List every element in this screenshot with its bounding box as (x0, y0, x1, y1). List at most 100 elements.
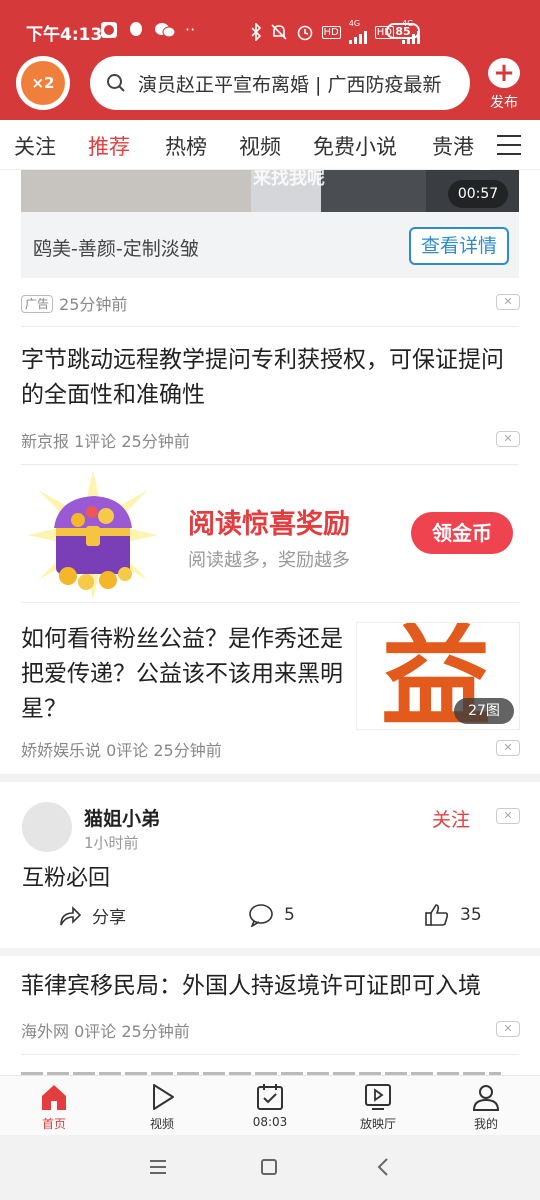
tab-free-novels[interactable]: 免费小说 (313, 131, 397, 161)
publish-button[interactable]: + 发布 (484, 58, 524, 112)
article-title[interactable]: 字节跳动远程教学提问专利获授权，可保证提问 的全面性和准确性 (21, 343, 521, 413)
share-icon (60, 905, 82, 925)
signal-1-icon (348, 28, 367, 44)
play-icon (153, 1084, 174, 1110)
dismiss-icon[interactable]: ✕ (496, 431, 520, 447)
home-icon (42, 1085, 66, 1110)
search-bar[interactable]: 演员赵正平宣布离婚 | 广西防疫最新 (90, 56, 470, 110)
article-title-line: 字节跳动远程教学提问专利获授权，可保证提问 (21, 347, 504, 373)
like-button[interactable]: 35 (424, 903, 482, 927)
section-gap (0, 948, 540, 956)
ad-time: 25分钟前 (59, 295, 128, 314)
article-meta: 海外网 0评论 25分钟前 (21, 1022, 190, 1041)
nav-theater[interactable]: 放映厅 (338, 1082, 418, 1132)
network-label-1: 4G (348, 19, 361, 28)
channel-tabs: 关注 推荐 热榜 视频 免费小说 贵港 (0, 120, 540, 170)
mute-icon (270, 24, 287, 40)
search-suggestion: 演员赵正平宣布离婚 | 广西防疫最新 (138, 73, 442, 96)
ad-footer[interactable]: 鸥美-善颜-定制淡皱 查看详情 (21, 212, 519, 278)
like-count: 35 (460, 905, 482, 925)
ad-meta: 广告 25分钟前 (21, 291, 127, 315)
avatar-badge: ×2 (21, 61, 65, 105)
dismiss-icon[interactable]: ✕ (496, 1021, 520, 1037)
app-screen: 下午4:13 ·· HD 4G HD 4G 85 ×2 演员赵正平宣布离婚 | … (0, 0, 540, 1200)
nav-profile-label: 我的 (473, 1117, 498, 1131)
back-icon[interactable] (376, 1157, 390, 1177)
article-title[interactable]: 如何看待粉丝公益？是作秀还是 把爱传递？公益该不该用来黑明 星？ (21, 622, 351, 727)
person-icon (472, 1085, 500, 1111)
recent-apps-icon[interactable] (148, 1159, 168, 1175)
article-title-line: 如何看待粉丝公益？是作秀还是 (21, 626, 343, 652)
dismiss-icon[interactable]: ✕ (496, 294, 520, 310)
share-button[interactable]: 分享 (58, 903, 126, 928)
nav-profile[interactable]: 我的 (446, 1082, 526, 1132)
alarm-icon (297, 25, 312, 41)
tab-follow[interactable]: 关注 (14, 131, 56, 161)
search-icon (107, 74, 125, 92)
section-gap (0, 774, 540, 782)
thumbs-up-icon (425, 904, 449, 926)
app-notification-icon (101, 21, 117, 38)
article-title-line: 的全面性和准确性 (21, 382, 205, 408)
status-time: 下午4:13 (26, 25, 103, 45)
plus-icon: + (488, 58, 520, 88)
nav-home-label: 首页 (41, 1117, 66, 1131)
ad-tag: 广告 (21, 295, 54, 313)
video-duration: 00:57 (448, 180, 508, 208)
divider (21, 1054, 519, 1055)
nav-video[interactable]: 视频 (122, 1082, 202, 1132)
signal-1: 4G (348, 19, 367, 44)
status-bar: 下午4:13 ·· HD 4G HD 4G 85 (0, 0, 540, 52)
dismiss-icon[interactable]: ✕ (496, 808, 520, 824)
reward-subtitle: 阅读越多，奖励越多 (188, 550, 350, 571)
header-bar: 下午4:13 ·· HD 4G HD 4G 85 ×2 演员赵正平宣布离婚 | … (0, 0, 540, 120)
nav-video-label: 视频 (149, 1117, 174, 1131)
next-article-peek (21, 1062, 501, 1075)
view-details-button[interactable]: 查看详情 (409, 227, 509, 265)
calendar-check-icon (257, 1084, 283, 1110)
tab-recommend[interactable]: 推荐 (88, 131, 130, 161)
avatar[interactable] (22, 802, 72, 852)
user-avatar-button[interactable]: ×2 (16, 56, 70, 110)
divider (21, 326, 519, 327)
notification-icons: ·· (100, 20, 195, 39)
nav-home[interactable]: 首页 (14, 1082, 94, 1132)
follow-button[interactable]: 关注 (432, 805, 470, 832)
tab-video[interactable]: 视频 (239, 131, 281, 161)
bluetooth-icon (250, 23, 261, 41)
dismiss-icon[interactable]: ✕ (496, 740, 520, 756)
battery-level: 85 (395, 24, 411, 38)
hd-badge-1: HD (321, 25, 341, 39)
tab-hot[interactable]: 热榜 (165, 131, 207, 161)
article-title[interactable]: 菲律宾移民局：外国人持返境许可证即可入境 (21, 969, 521, 1004)
tab-guigang[interactable]: 贵港 (432, 131, 474, 161)
post-author[interactable]: 猫姐小弟 (84, 804, 160, 831)
tv-play-icon (365, 1084, 391, 1110)
nav-theater-label: 放映厅 (359, 1117, 396, 1131)
article-meta: 新京报 1评论 25分钟前 (21, 432, 190, 451)
home-system-icon[interactable] (260, 1158, 278, 1176)
battery-indicator: 85 (386, 23, 420, 39)
channel-menu-icon[interactable] (494, 124, 524, 164)
share-label: 分享 (92, 908, 126, 928)
comment-icon (249, 904, 273, 927)
comment-button[interactable]: 5 (248, 903, 295, 927)
nav-checkin-label: 08:03 (252, 1115, 288, 1129)
more-dots-icon: ·· (185, 20, 196, 39)
publish-label: 发布 (490, 95, 518, 111)
treasure-chest-icon (28, 470, 158, 600)
ad-title: 鸥美-善颜-定制淡皱 (33, 238, 199, 260)
qq-icon (130, 21, 142, 36)
claim-coins-button[interactable]: 领金币 (411, 512, 513, 554)
post-text[interactable]: 互粉必回 (22, 860, 110, 892)
divider (21, 602, 519, 603)
nav-checkin[interactable]: 08:03 (230, 1082, 310, 1129)
video-frame-mid (321, 170, 426, 212)
article-title-line: 星？ (21, 696, 67, 722)
wechat-icon (155, 22, 176, 37)
ad-video-thumbnail[interactable]: 来找我呢 (21, 170, 519, 212)
post-time: 1小时前 (84, 834, 139, 852)
system-navigation-bar (0, 1135, 540, 1200)
comment-count: 5 (284, 905, 295, 925)
reward-title: 阅读惊喜奖励 (188, 509, 350, 540)
